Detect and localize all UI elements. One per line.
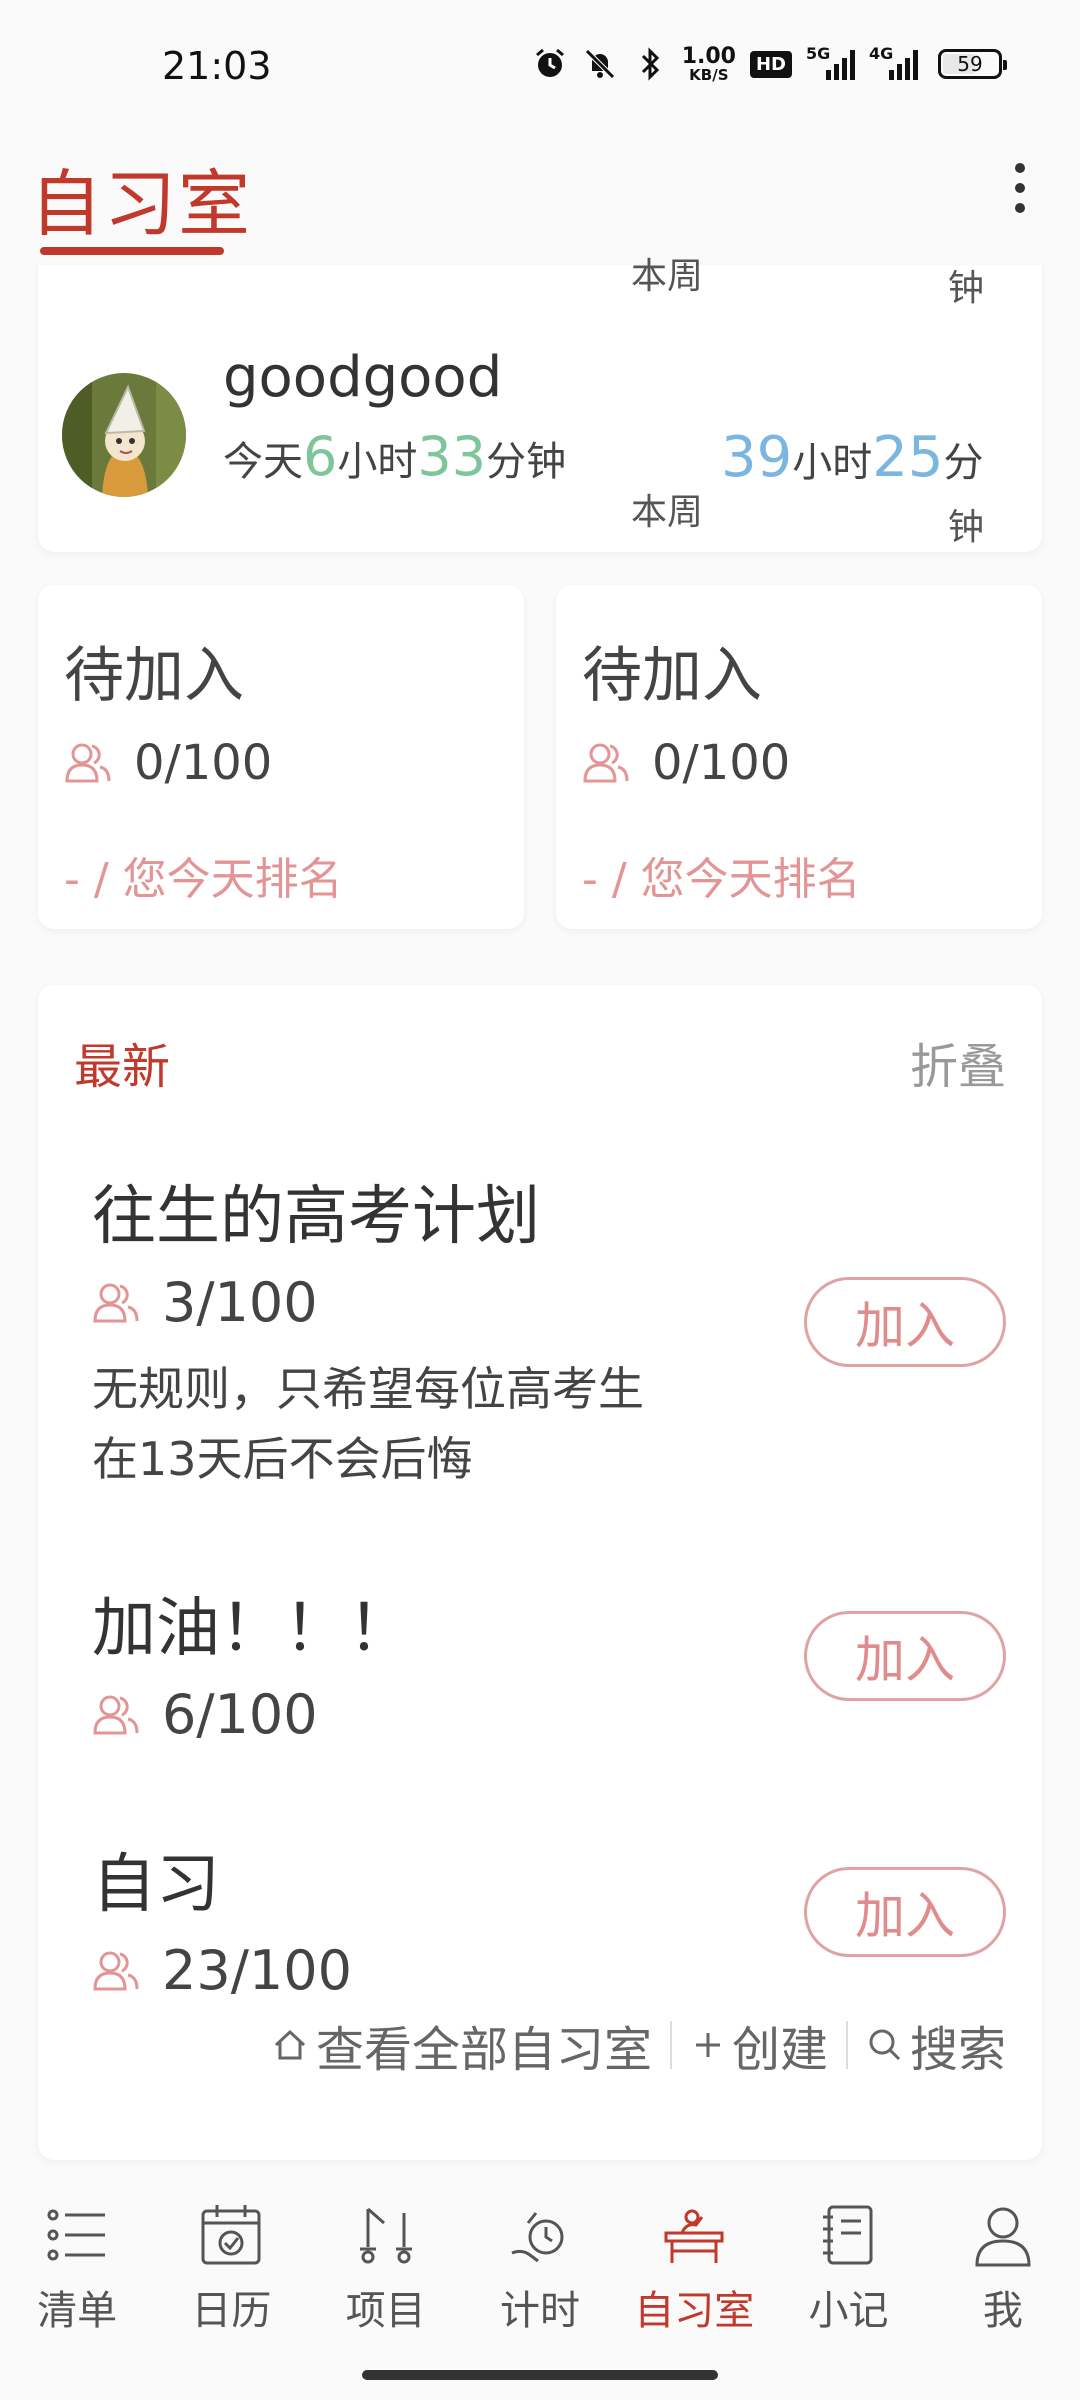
pending-room-rank: - / 您今天排名	[64, 854, 343, 905]
latest-rooms-card: 最新 折叠 往生的高考计划 3/100 无规则，只希望每位高考生 在13天后不会…	[38, 985, 1042, 2160]
week-study-time: 39小时25分	[721, 425, 984, 490]
more-dot-icon	[1015, 183, 1025, 193]
week-label-top: 本周	[631, 256, 704, 297]
room-description: 无规则，只希望每位高考生 在13天后不会后悔	[92, 1362, 644, 1486]
search-room-button[interactable]: 搜索	[866, 2010, 1006, 2080]
join-button[interactable]: 加入	[804, 1867, 1006, 1957]
project-icon	[351, 2200, 421, 2270]
timer-icon	[505, 2200, 575, 2270]
section-title: 最新	[74, 1039, 171, 1095]
study-room-icon	[659, 2200, 729, 2270]
username: goodgood	[223, 345, 503, 410]
signal-4g-icon: 4G	[869, 44, 918, 80]
room-item[interactable]: 往生的高考计划 3/100 无规则，只希望每位高考生 在13天后不会后悔 加入	[92, 1165, 1006, 1494]
join-button[interactable]: 加入	[804, 1611, 1006, 1701]
people-icon	[583, 743, 629, 783]
divider	[845, 2021, 848, 2069]
calendar-icon	[196, 2200, 266, 2270]
battery-level: 59	[957, 52, 983, 76]
alarm-icon	[532, 46, 568, 82]
create-room-button[interactable]: 创建	[690, 2010, 828, 2080]
status-icons: 1.00 KB/S HD 5G 4G 59	[532, 43, 1007, 84]
room-item[interactable]: 自习 23/100 加入	[92, 1833, 1006, 2002]
room-item[interactable]: 加油！！！ 6/100 加入	[92, 1577, 1006, 1746]
network-speed: 1.00 KB/S	[681, 43, 736, 84]
latest-footer-actions: 查看全部自习室 创建 搜索	[270, 2010, 1006, 2080]
nav-item-calendar[interactable]: 日历	[154, 2200, 308, 2350]
page-title: 自习室	[30, 162, 253, 246]
nav-item-project[interactable]: 项目	[309, 2200, 463, 2350]
search-icon	[869, 2029, 901, 2061]
bottom-nav: 清单 日历 项目 计时 自习室 小记 我	[0, 2200, 1080, 2350]
people-icon	[93, 1283, 139, 1322]
nav-item-list[interactable]: 清单	[0, 2200, 154, 2350]
pending-room-card[interactable]: 待加入 0/100 - / 您今天排名	[38, 585, 524, 929]
week-label-bottom: 本周	[631, 492, 704, 533]
profile-icon	[968, 2200, 1038, 2270]
home-indicator[interactable]	[362, 2370, 718, 2380]
mute-icon	[582, 46, 618, 82]
people-icon	[93, 1951, 139, 1990]
pending-room-title: 待加入	[582, 641, 762, 711]
join-button[interactable]: 加入	[804, 1277, 1006, 1367]
view-all-rooms-link[interactable]: 查看全部自习室	[270, 2010, 652, 2080]
nav-item-me[interactable]: 我	[926, 2200, 1080, 2350]
people-icon	[65, 743, 111, 783]
bluetooth-icon	[632, 46, 668, 82]
signal-5g-icon: 5G	[806, 44, 855, 80]
more-options-button[interactable]	[1000, 153, 1040, 223]
app-header: 自习室	[0, 135, 1080, 265]
nav-item-notes[interactable]: 小记	[771, 2200, 925, 2350]
fold-button[interactable]: 折叠	[910, 1027, 1006, 1097]
home-icon	[274, 2029, 305, 2060]
list-icon	[42, 2200, 112, 2270]
pending-room-card[interactable]: 待加入 0/100 - / 您今天排名	[556, 585, 1042, 929]
nav-item-timer[interactable]: 计时	[463, 2200, 617, 2350]
pending-room-rank: - / 您今天排名	[582, 854, 861, 905]
more-dot-icon	[1015, 203, 1025, 213]
pending-room-count: 0/100	[64, 735, 272, 791]
people-icon	[93, 1695, 139, 1734]
battery-icon: 59	[938, 49, 1007, 79]
title-underline	[40, 247, 224, 255]
pending-room-title: 待加入	[64, 641, 244, 711]
plus-icon	[695, 2033, 720, 2057]
today-study-time: 今天6小时33分钟	[223, 425, 567, 488]
divider	[669, 2021, 672, 2069]
notebook-icon	[814, 2200, 884, 2270]
status-bar: 21:03 1.00 KB/S HD 5G 4G 59	[0, 0, 1080, 135]
status-time: 21:03	[162, 44, 272, 88]
room-title: 往生的高考计划	[92, 1180, 540, 1254]
user-stats-card: 本周 钟 goodgood 今天6小时33分钟 39小时25分 本周 钟	[38, 256, 1042, 552]
minutes-label-top: 钟	[948, 268, 985, 309]
pending-room-count: 0/100	[582, 735, 790, 791]
avatar[interactable]	[62, 373, 186, 497]
hd-badge: HD	[749, 50, 792, 78]
more-dot-icon	[1015, 163, 1025, 173]
nav-item-study-room[interactable]: 自习室	[617, 2200, 771, 2350]
minutes-label-bottom: 钟	[948, 507, 985, 548]
